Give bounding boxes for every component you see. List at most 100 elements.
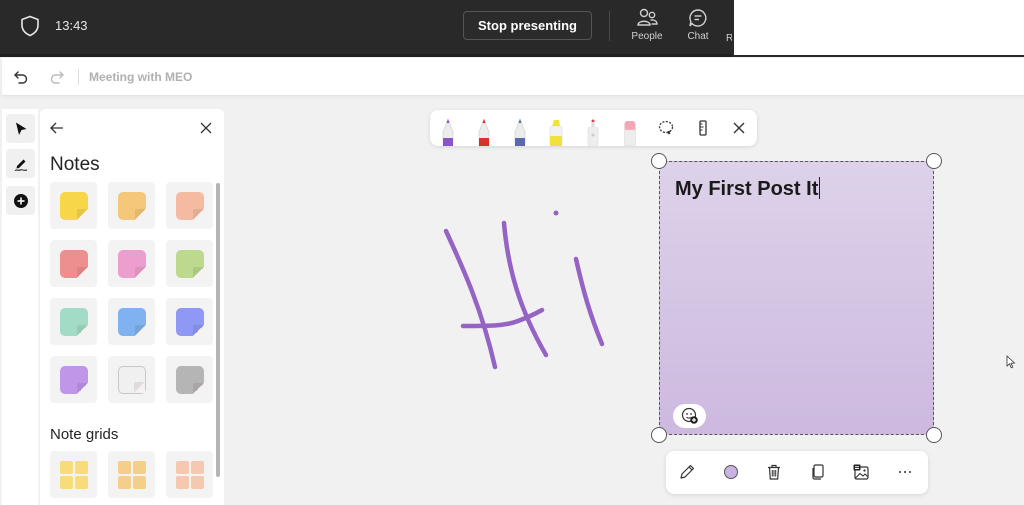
- mouse-cursor-icon: [1006, 355, 1016, 369]
- ink-stroke-h-left: [443, 228, 498, 370]
- screen: 13:43 Stop presenting People Chat R Meet…: [0, 0, 1024, 505]
- people-icon: [637, 8, 658, 26]
- undo-icon[interactable]: [12, 68, 30, 86]
- whiteboard-header: Meeting with MEO: [2, 58, 1024, 96]
- sticky-note-icon: [59, 191, 88, 220]
- sticky-note[interactable]: My First Post It: [659, 161, 934, 435]
- highlighter-yellow-icon[interactable]: [548, 118, 564, 146]
- shield-icon: [21, 15, 39, 37]
- sticky-note-text-value: My First Post It: [675, 178, 819, 200]
- delete-button[interactable]: [765, 463, 783, 481]
- eraser-icon[interactable]: [622, 118, 638, 146]
- note-template-6[interactable]: [166, 240, 213, 287]
- tool-rail: [2, 109, 38, 505]
- image-button[interactable]: [852, 463, 870, 481]
- ink-stroke-i: [573, 256, 605, 347]
- note-grid-template-2[interactable]: [108, 451, 155, 498]
- chat-label: Chat: [687, 31, 709, 42]
- text-caret: [819, 177, 821, 199]
- pen-purple-icon[interactable]: [440, 118, 456, 146]
- more-options-button[interactable]: [896, 463, 914, 481]
- note-grid-template-1[interactable]: [50, 451, 97, 498]
- sticky-note-icon: [175, 365, 204, 394]
- copy-icon: [812, 464, 824, 480]
- close-panel-icon[interactable]: [198, 120, 214, 136]
- copy-button[interactable]: [809, 463, 827, 481]
- note-template-11[interactable]: [108, 356, 155, 403]
- ink-stroke-h-right: [501, 220, 549, 358]
- add-circle-icon: [13, 193, 28, 208]
- redo-icon[interactable]: [48, 68, 66, 86]
- color-button[interactable]: [722, 463, 740, 481]
- note-grid-icon: [59, 460, 88, 489]
- chat-icon: [689, 9, 707, 27]
- whiteboard-title: Meeting with MEO: [89, 70, 193, 84]
- note-template-7[interactable]: [50, 298, 97, 345]
- divider: [609, 11, 610, 41]
- note-grids-heading: Note grids: [50, 426, 119, 443]
- select-tool-button[interactable]: [6, 114, 35, 143]
- inking-toolbar: [430, 110, 757, 146]
- image-icon: [853, 464, 869, 480]
- resize-handle-top-left[interactable]: [651, 153, 667, 169]
- note-grid-icon: [175, 460, 204, 489]
- pen-rainbow-icon[interactable]: [512, 118, 528, 146]
- add-reaction-button[interactable]: [673, 404, 706, 428]
- note-template-2[interactable]: [108, 182, 155, 229]
- edit-button[interactable]: [678, 463, 696, 481]
- more-icon: [899, 471, 911, 473]
- pencil-icon: [680, 464, 695, 479]
- notes-heading: Notes: [50, 154, 100, 175]
- sticky-note-icon: [59, 365, 88, 394]
- note-template-4[interactable]: [50, 240, 97, 287]
- add-reaction-icon: [681, 407, 698, 424]
- header-divider: [78, 69, 79, 85]
- note-template-10[interactable]: [50, 356, 97, 403]
- resize-handle-bottom-left[interactable]: [651, 427, 667, 443]
- pointer-icon: [15, 122, 26, 135]
- sticky-note-icon: [117, 249, 146, 278]
- laser-pointer-icon[interactable]: [585, 118, 601, 146]
- ink-dot-i: [553, 210, 559, 216]
- sticky-note-text[interactable]: My First Post It: [675, 177, 821, 201]
- note-template-5[interactable]: [108, 240, 155, 287]
- trash-icon: [768, 464, 780, 480]
- chat-button[interactable]: Chat: [677, 8, 719, 48]
- sticky-note-icon: [117, 365, 146, 394]
- color-swatch-icon: [724, 465, 738, 479]
- blank-region: [732, 0, 1024, 57]
- note-context-toolbar: [666, 451, 928, 494]
- meeting-bar: 13:43 Stop presenting People Chat R: [0, 0, 733, 54]
- note-template-1[interactable]: [50, 182, 97, 229]
- pen-signature-icon: [14, 159, 27, 171]
- people-button[interactable]: People: [626, 8, 668, 48]
- stop-presenting-button[interactable]: Stop presenting: [463, 11, 592, 40]
- note-template-3[interactable]: [166, 182, 213, 229]
- resize-handle-top-right[interactable]: [926, 153, 942, 169]
- back-arrow-icon[interactable]: [49, 120, 65, 136]
- inking-tool-button[interactable]: [6, 149, 35, 178]
- sticky-note-icon: [175, 307, 204, 336]
- note-grid-icon: [117, 460, 146, 489]
- resize-handle-bottom-right[interactable]: [926, 427, 942, 443]
- ink-drawing-hi[interactable]: [420, 190, 630, 380]
- meeting-time: 13:43: [55, 18, 88, 33]
- lasso-icon[interactable]: [657, 119, 675, 137]
- bar-border: [0, 54, 732, 57]
- notes-panel: Notes Note grids: [40, 109, 224, 505]
- ruler-icon[interactable]: [694, 119, 712, 137]
- sticky-note-icon: [175, 249, 204, 278]
- sticky-note-icon: [117, 307, 146, 336]
- note-template-12[interactable]: [166, 356, 213, 403]
- sticky-note-icon: [59, 249, 88, 278]
- sticky-note-icon: [59, 307, 88, 336]
- note-template-8[interactable]: [108, 298, 155, 345]
- sticky-note-icon: [117, 191, 146, 220]
- pen-red-icon[interactable]: [476, 118, 492, 146]
- people-label: People: [631, 31, 663, 42]
- panel-scrollbar[interactable]: [216, 183, 220, 477]
- note-template-9[interactable]: [166, 298, 213, 345]
- note-grid-template-3[interactable]: [166, 451, 213, 498]
- close-toolbar-icon[interactable]: [730, 119, 748, 137]
- create-tool-button[interactable]: [6, 186, 35, 215]
